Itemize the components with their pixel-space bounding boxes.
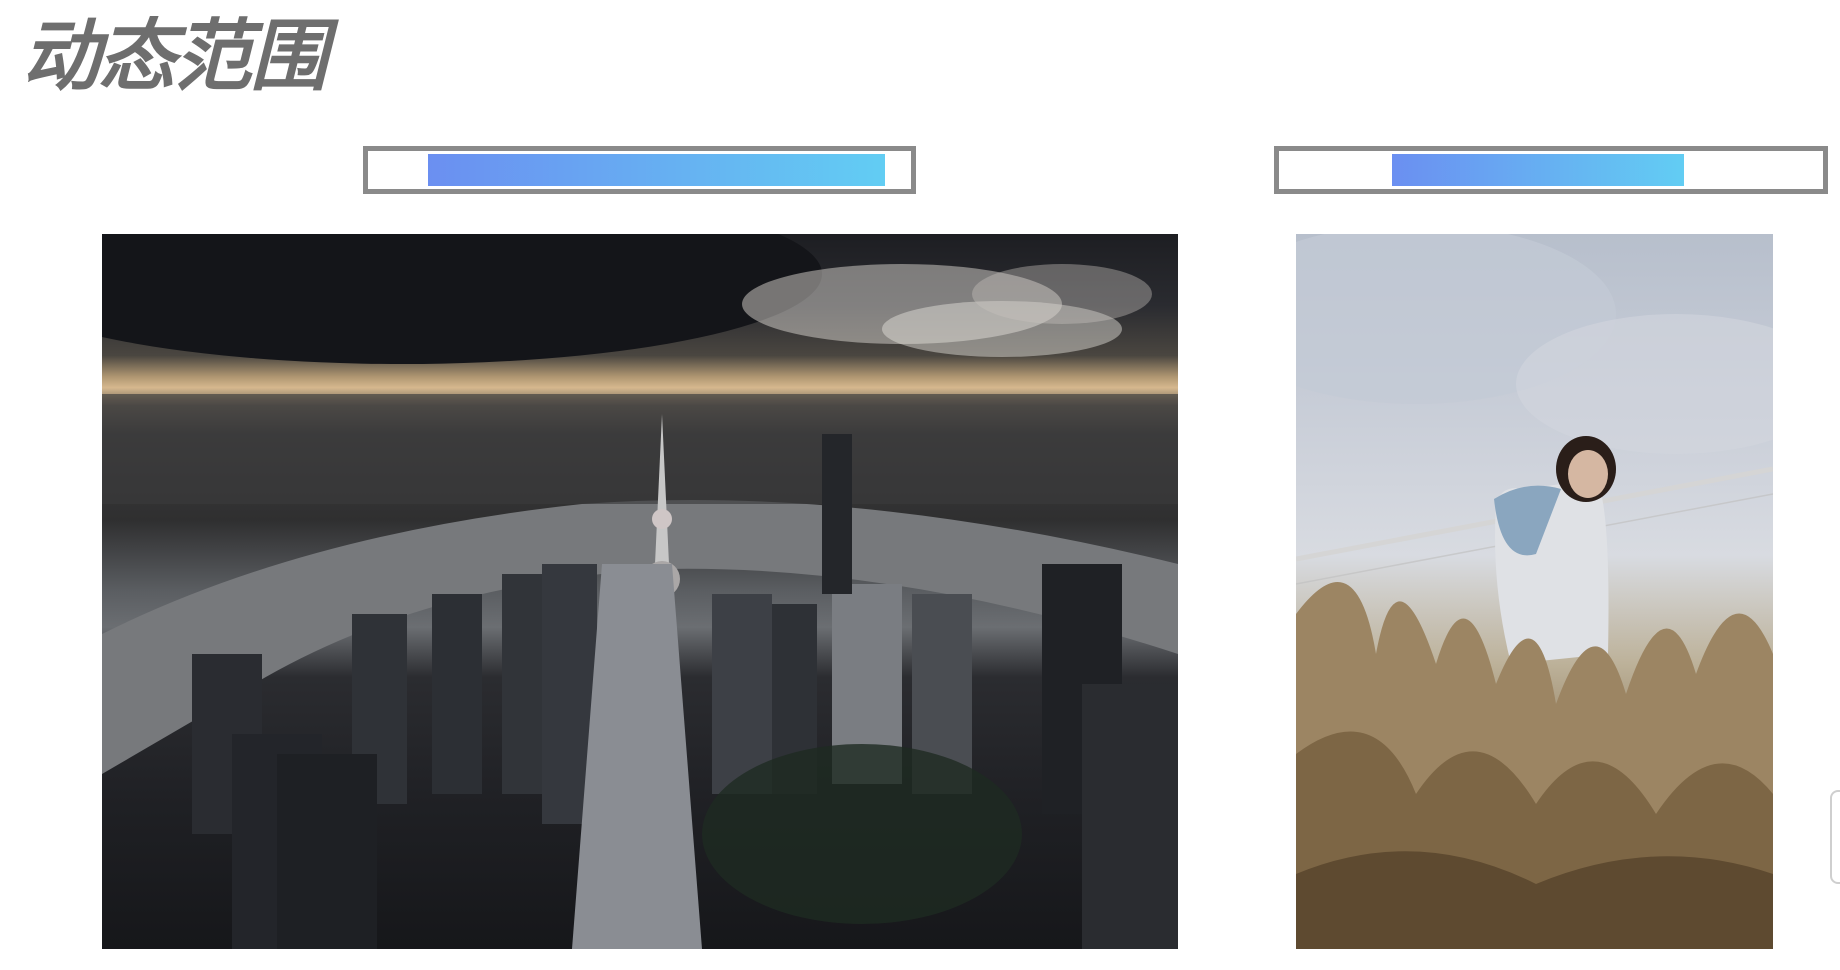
- dynamic-range-fill-right: [1392, 154, 1684, 186]
- page-title: 动态范围: [22, 12, 328, 102]
- slide: 动态范围: [0, 0, 1840, 970]
- portrait-grass-photo: [1296, 234, 1773, 949]
- dynamic-range-bar-right: [1274, 146, 1828, 194]
- city-skyline-photo: [102, 234, 1178, 949]
- edge-scroll-tab[interactable]: [1830, 790, 1840, 884]
- dynamic-range-bar-left: [363, 146, 916, 194]
- dynamic-range-fill-left: [428, 154, 885, 186]
